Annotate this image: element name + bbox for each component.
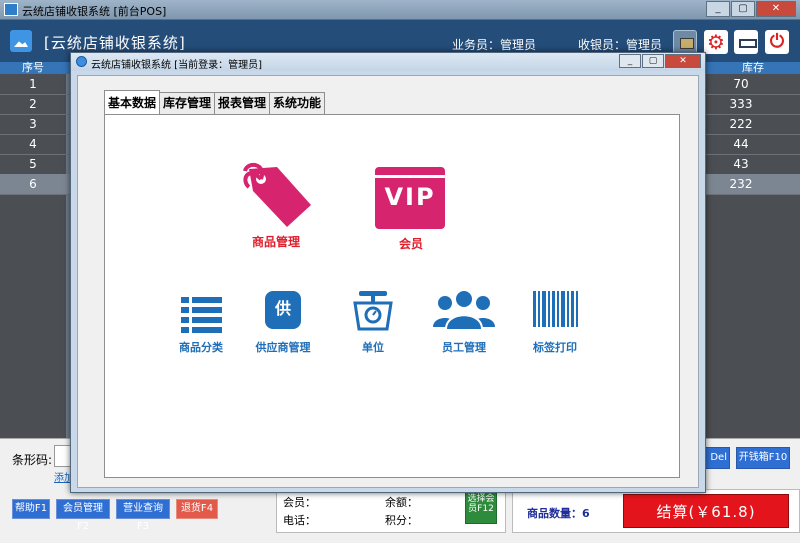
label-print-label: 标签打印 <box>533 341 577 354</box>
row-stock: 44 <box>733 137 749 151</box>
row-stock: 70 <box>733 77 749 91</box>
dialog-minimize-button[interactable]: _ <box>619 54 641 68</box>
row-number: 5 <box>29 157 37 171</box>
users-icon <box>433 289 495 329</box>
member-info-box: 会员： 电话： 余额： 积分： 选择会员F12 <box>276 489 506 533</box>
row-stock: 333 <box>729 97 753 111</box>
dialog-titlebar: 云统店铺收银系统 [当前登录：管理员] _ ▢ ✕ <box>71 53 705 71</box>
row-stock: 232 <box>729 177 753 191</box>
window-title: 云统店铺收银系统 [前台POS] <box>22 5 167 18</box>
vip-module[interactable]: VIP 会员 <box>375 167 447 251</box>
goods-category-module[interactable]: 商品分类 <box>171 293 231 357</box>
management-dialog: 云统店铺收银系统 [当前登录：管理员] _ ▢ ✕ 基本数据 库存管理 报表管理… <box>70 52 706 493</box>
supplier-icon: 供 <box>265 291 301 329</box>
tab-reports[interactable]: 报表管理 <box>214 92 271 114</box>
row-number: 6 <box>29 177 37 191</box>
settings-gear-icon[interactable]: ⚙ <box>704 30 728 54</box>
power-icon[interactable]: ⏻ <box>765 30 789 54</box>
phone-label: 电话： <box>283 514 316 527</box>
salesman-label: 业务员：管理员 <box>452 38 537 52</box>
vip-badge-text: VIP <box>384 183 436 211</box>
scale-icon <box>353 291 393 331</box>
maximize-button[interactable]: ▢ <box>731 1 755 17</box>
sales-query-button[interactable]: 营业查询F3 <box>116 499 170 532</box>
goods-category-label: 商品分类 <box>179 341 223 354</box>
price-tag-icon <box>243 162 311 227</box>
app-title: [云统店铺收银系统] <box>44 34 186 52</box>
logo-icon <box>10 30 32 52</box>
return-button[interactable]: 退货F4 <box>176 499 218 519</box>
checkout-button[interactable]: 结算(￥61.8) <box>623 494 789 528</box>
member-label: 会员： <box>283 496 316 509</box>
dialog-controls: _ ▢ ✕ <box>619 54 701 68</box>
window-titlebar: 云统店铺收银系统 [前台POS] _ ▢ ✕ <box>0 0 800 20</box>
unit-label: 单位 <box>362 341 384 354</box>
cash-drawer-button[interactable]: 开钱箱F10 <box>736 447 790 469</box>
tab-panel: 商品管理 VIP 会员 商品分类 供 供应商管理 单位 员工管理 标签打印 <box>104 114 680 478</box>
unit-module[interactable]: 单位 <box>343 289 403 357</box>
vip-card-icon: VIP <box>375 167 445 229</box>
item-quantity: 商品数量：6 <box>527 507 590 520</box>
dialog-app-icon <box>76 56 87 67</box>
app-icon <box>4 3 18 16</box>
card-reader-icon[interactable] <box>673 30 697 54</box>
tab-system[interactable]: 系统功能 <box>269 92 326 114</box>
goods-management-module[interactable]: 商品管理 <box>231 159 321 251</box>
dialog-maximize-button[interactable]: ▢ <box>642 54 664 68</box>
tab-basic-data[interactable]: 基本数据 <box>104 90 161 114</box>
cashier-label: 收银员：管理员 <box>578 38 663 52</box>
supplier-management-module[interactable]: 供 供应商管理 <box>251 289 315 357</box>
barcode-label: 条形码: <box>12 453 53 467</box>
goods-management-label: 商品管理 <box>251 235 300 249</box>
column-header-stock: 库存 <box>706 62 800 74</box>
vip-label: 会员 <box>398 237 423 251</box>
supplier-management-label: 供应商管理 <box>255 341 311 354</box>
minimize-app-icon[interactable] <box>734 30 758 54</box>
row-number: 3 <box>29 117 37 131</box>
label-print-module[interactable]: 标签打印 <box>523 289 587 357</box>
balance-label: 余额： <box>385 496 418 509</box>
row-number: 2 <box>29 97 37 111</box>
column-header-no: 序号 <box>0 62 66 74</box>
close-button[interactable]: ✕ <box>756 1 796 17</box>
list-icon <box>181 297 222 333</box>
row-number: 4 <box>29 137 37 151</box>
row-stock: 43 <box>733 157 749 171</box>
member-management-button[interactable]: 会员管理F2 <box>56 499 110 532</box>
staff-management-label: 员工管理 <box>442 341 486 354</box>
staff-management-module[interactable]: 员工管理 <box>431 287 497 357</box>
select-member-button[interactable]: 选择会员F12 <box>465 492 497 524</box>
checkout-box: 商品数量：6 结算(￥61.8) <box>512 489 800 533</box>
tab-inventory[interactable]: 库存管理 <box>159 92 216 114</box>
window-controls: _ ▢ ✕ <box>706 1 796 17</box>
help-button[interactable]: 帮助F1 <box>12 499 50 519</box>
dialog-body: 基本数据 库存管理 报表管理 系统功能 商品管理 VIP 会员 商品分类 供 供… <box>77 75 699 488</box>
dialog-title: 云统店铺收银系统 [当前登录：管理员] <box>91 60 262 71</box>
tab-strip: 基本数据 库存管理 报表管理 系统功能 <box>104 90 326 114</box>
points-label: 积分： <box>385 514 418 527</box>
dialog-close-button[interactable]: ✕ <box>665 54 701 68</box>
row-stock: 222 <box>729 117 753 131</box>
minimize-button[interactable]: _ <box>706 1 730 17</box>
row-number: 1 <box>29 77 37 91</box>
barcode-icon <box>533 291 578 327</box>
